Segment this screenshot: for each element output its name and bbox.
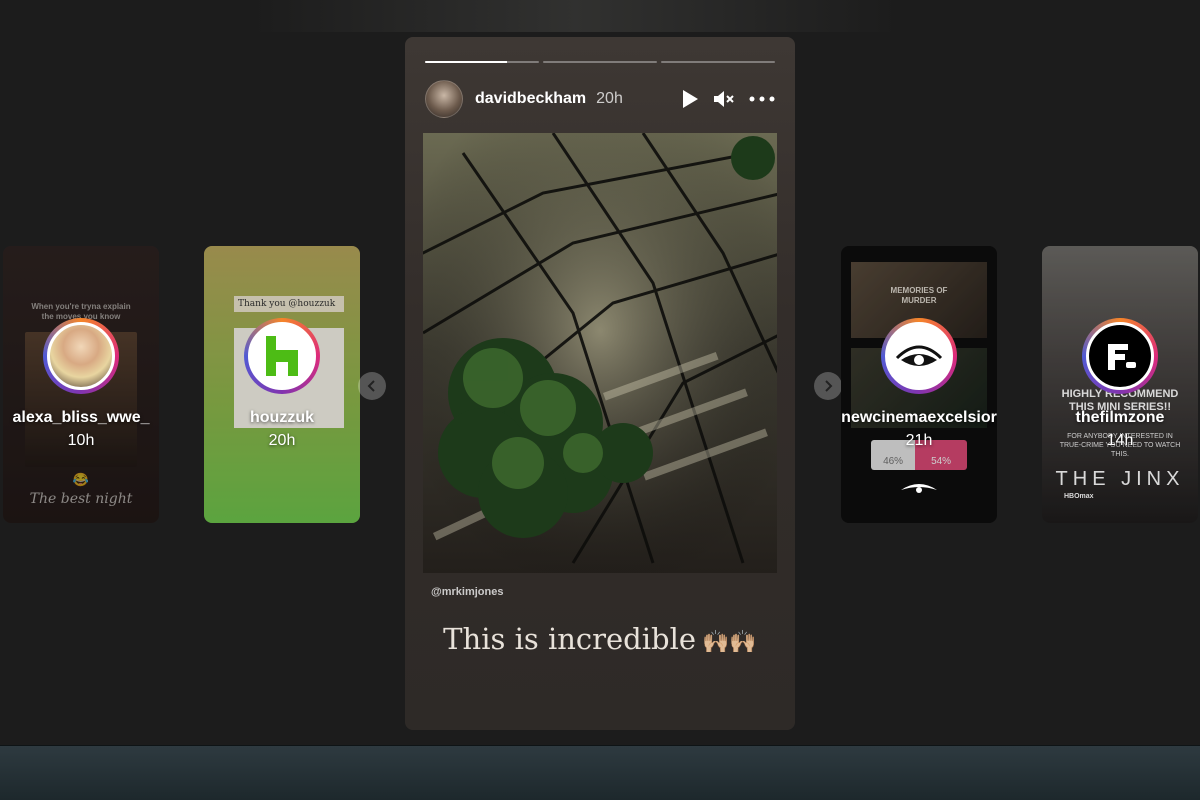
story-caption: This is incredible 🙌🏼🙌🏼: [405, 622, 795, 656]
preview-username: thefilmzone: [1075, 409, 1165, 426]
story-preview-houzzuk[interactable]: Thank you @houzzuk houzzuk 20h: [204, 246, 360, 523]
preview-username: houzzuk: [250, 409, 314, 426]
story-preview-newcinemaexcelsior[interactable]: MEMORIES OF MURDER 46% 54% newcinemaexce…: [841, 246, 997, 523]
chevron-right-icon[interactable]: [814, 372, 842, 400]
eye-logo-icon: [899, 480, 939, 501]
houzz-logo-icon: [248, 322, 316, 390]
preview-age: 21h: [905, 432, 933, 449]
preview-username: alexa_bliss_wwe_: [12, 409, 150, 426]
mute-icon[interactable]: [713, 89, 735, 109]
preview-username: newcinemaexcelsior: [841, 409, 997, 426]
progress-segment: [543, 61, 657, 63]
story-photo: [423, 133, 777, 573]
preview-age: 10h: [67, 432, 95, 449]
story-progress: [425, 61, 775, 63]
avatar: [47, 322, 115, 390]
caption-text: This is incredible: [443, 622, 697, 656]
story-age: 20h: [596, 90, 623, 107]
story-username[interactable]: davidbeckham: [475, 90, 586, 108]
bottom-bar: [0, 745, 1200, 800]
avatar-ring: [244, 318, 320, 394]
avatar-ring: [881, 318, 957, 394]
top-glow: [250, 0, 900, 32]
play-icon[interactable]: [681, 89, 699, 109]
preview-age: 20h: [268, 432, 296, 449]
chevron-left-icon[interactable]: [358, 372, 386, 400]
raised-hands-emoji: 🙌🏼🙌🏼: [702, 630, 757, 655]
filmzone-logo-icon: [1086, 322, 1154, 390]
stories-viewer: When you're tryna explain the moves you …: [0, 0, 1200, 745]
avatar-ring: [43, 318, 119, 394]
active-story[interactable]: davidbeckham 20h @mrkimjones This is inc…: [405, 37, 795, 730]
story-preview-alexa-bliss[interactable]: When you're tryna explain the moves you …: [3, 246, 159, 523]
eye-logo-icon: [885, 322, 953, 390]
progress-segment: [661, 61, 775, 63]
avatar-ring: [1082, 318, 1158, 394]
progress-segment: [425, 61, 539, 63]
more-icon[interactable]: [749, 96, 775, 102]
story-preview-thefilmzone[interactable]: HIGHLY RECOMMEND THIS MINI SERIES!! FOR …: [1042, 246, 1198, 523]
story-mention[interactable]: @mrkimjones: [431, 586, 503, 598]
avatar[interactable]: [425, 80, 463, 118]
preview-age: 14h: [1106, 432, 1134, 449]
story-header: davidbeckham 20h: [425, 79, 775, 119]
